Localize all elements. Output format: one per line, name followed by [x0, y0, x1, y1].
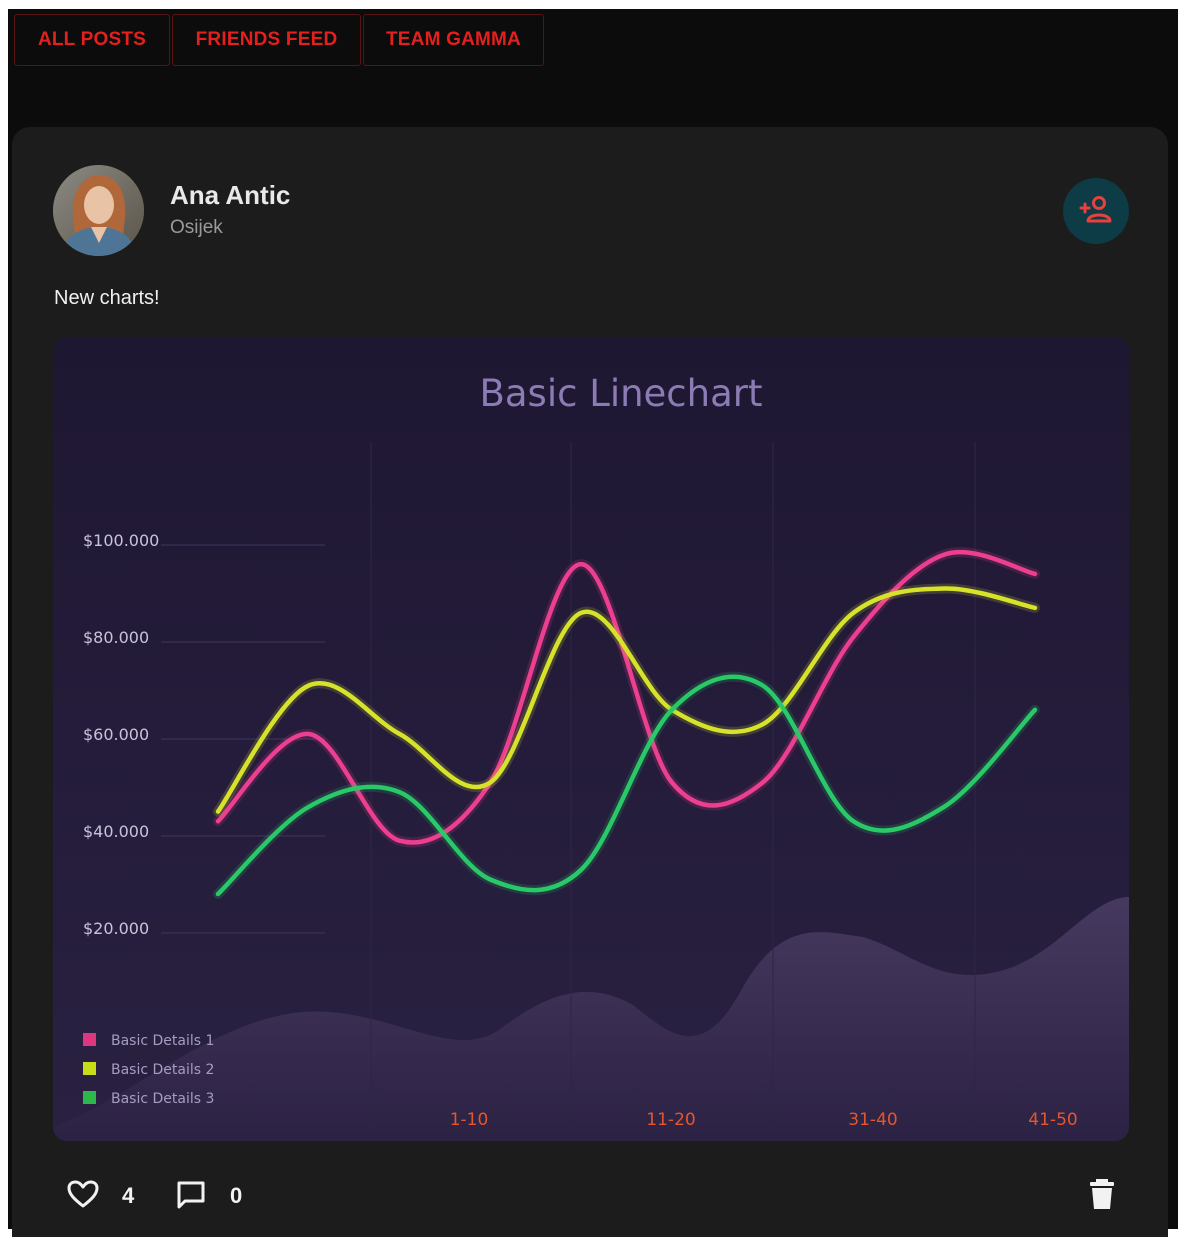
avatar[interactable]: [53, 165, 144, 256]
tab-all-posts[interactable]: ALL POSTS: [14, 14, 170, 66]
tab-friends-feed[interactable]: FRIENDS FEED: [172, 14, 361, 66]
like-count: 4: [122, 1183, 135, 1208]
post-text: New charts!: [54, 287, 160, 309]
legend-swatch: [83, 1033, 96, 1046]
y-tick-label: $60.000: [83, 725, 149, 744]
app-frame: ALL POSTS FRIENDS FEED TEAM GAMMA Ana An…: [8, 9, 1178, 1237]
x-tick-label: 31-40: [848, 1110, 897, 1130]
x-tick-label: 1-10: [450, 1110, 489, 1130]
legend-label: Basic Details 2: [111, 1062, 214, 1078]
y-tick-label: $80.000: [83, 628, 149, 647]
chart-title: Basic Linechart: [479, 372, 762, 415]
trash-icon[interactable]: [1087, 1177, 1117, 1211]
feed-tabs: ALL POSTS FRIENDS FEED TEAM GAMMA: [14, 14, 546, 66]
y-tick-label: $20.000: [83, 919, 149, 938]
post-card: Ana Antic Osijek New charts! Basic Linec…: [12, 127, 1168, 1237]
legend-swatch: [83, 1062, 96, 1075]
x-tick-label: 11-20: [646, 1110, 695, 1130]
x-tick-label: 41-50: [1028, 1110, 1077, 1130]
add-user-icon: [1079, 196, 1112, 223]
legend-label: Basic Details 1: [111, 1033, 214, 1049]
post-chart-image: Basic Linechart $100.000 $80.000 $60.000 $4…: [53, 337, 1129, 1141]
author-name[interactable]: Ana Antic: [170, 180, 290, 211]
legend-swatch: [83, 1091, 96, 1104]
y-tick-label: $40.000: [83, 822, 149, 841]
comment-icon[interactable]: [175, 1179, 207, 1211]
y-tick-label: $100.000: [83, 531, 159, 550]
heart-icon[interactable]: [66, 1179, 100, 1209]
author-location: Osijek: [170, 217, 223, 238]
follow-button[interactable]: [1063, 178, 1129, 244]
legend-label: Basic Details 3: [111, 1091, 214, 1107]
line-chart: Basic Linechart $100.000 $80.000 $60.000 $4…: [53, 337, 1129, 1141]
tab-team-gamma[interactable]: TEAM GAMMA: [363, 14, 544, 66]
comment-count: 0: [230, 1183, 243, 1208]
